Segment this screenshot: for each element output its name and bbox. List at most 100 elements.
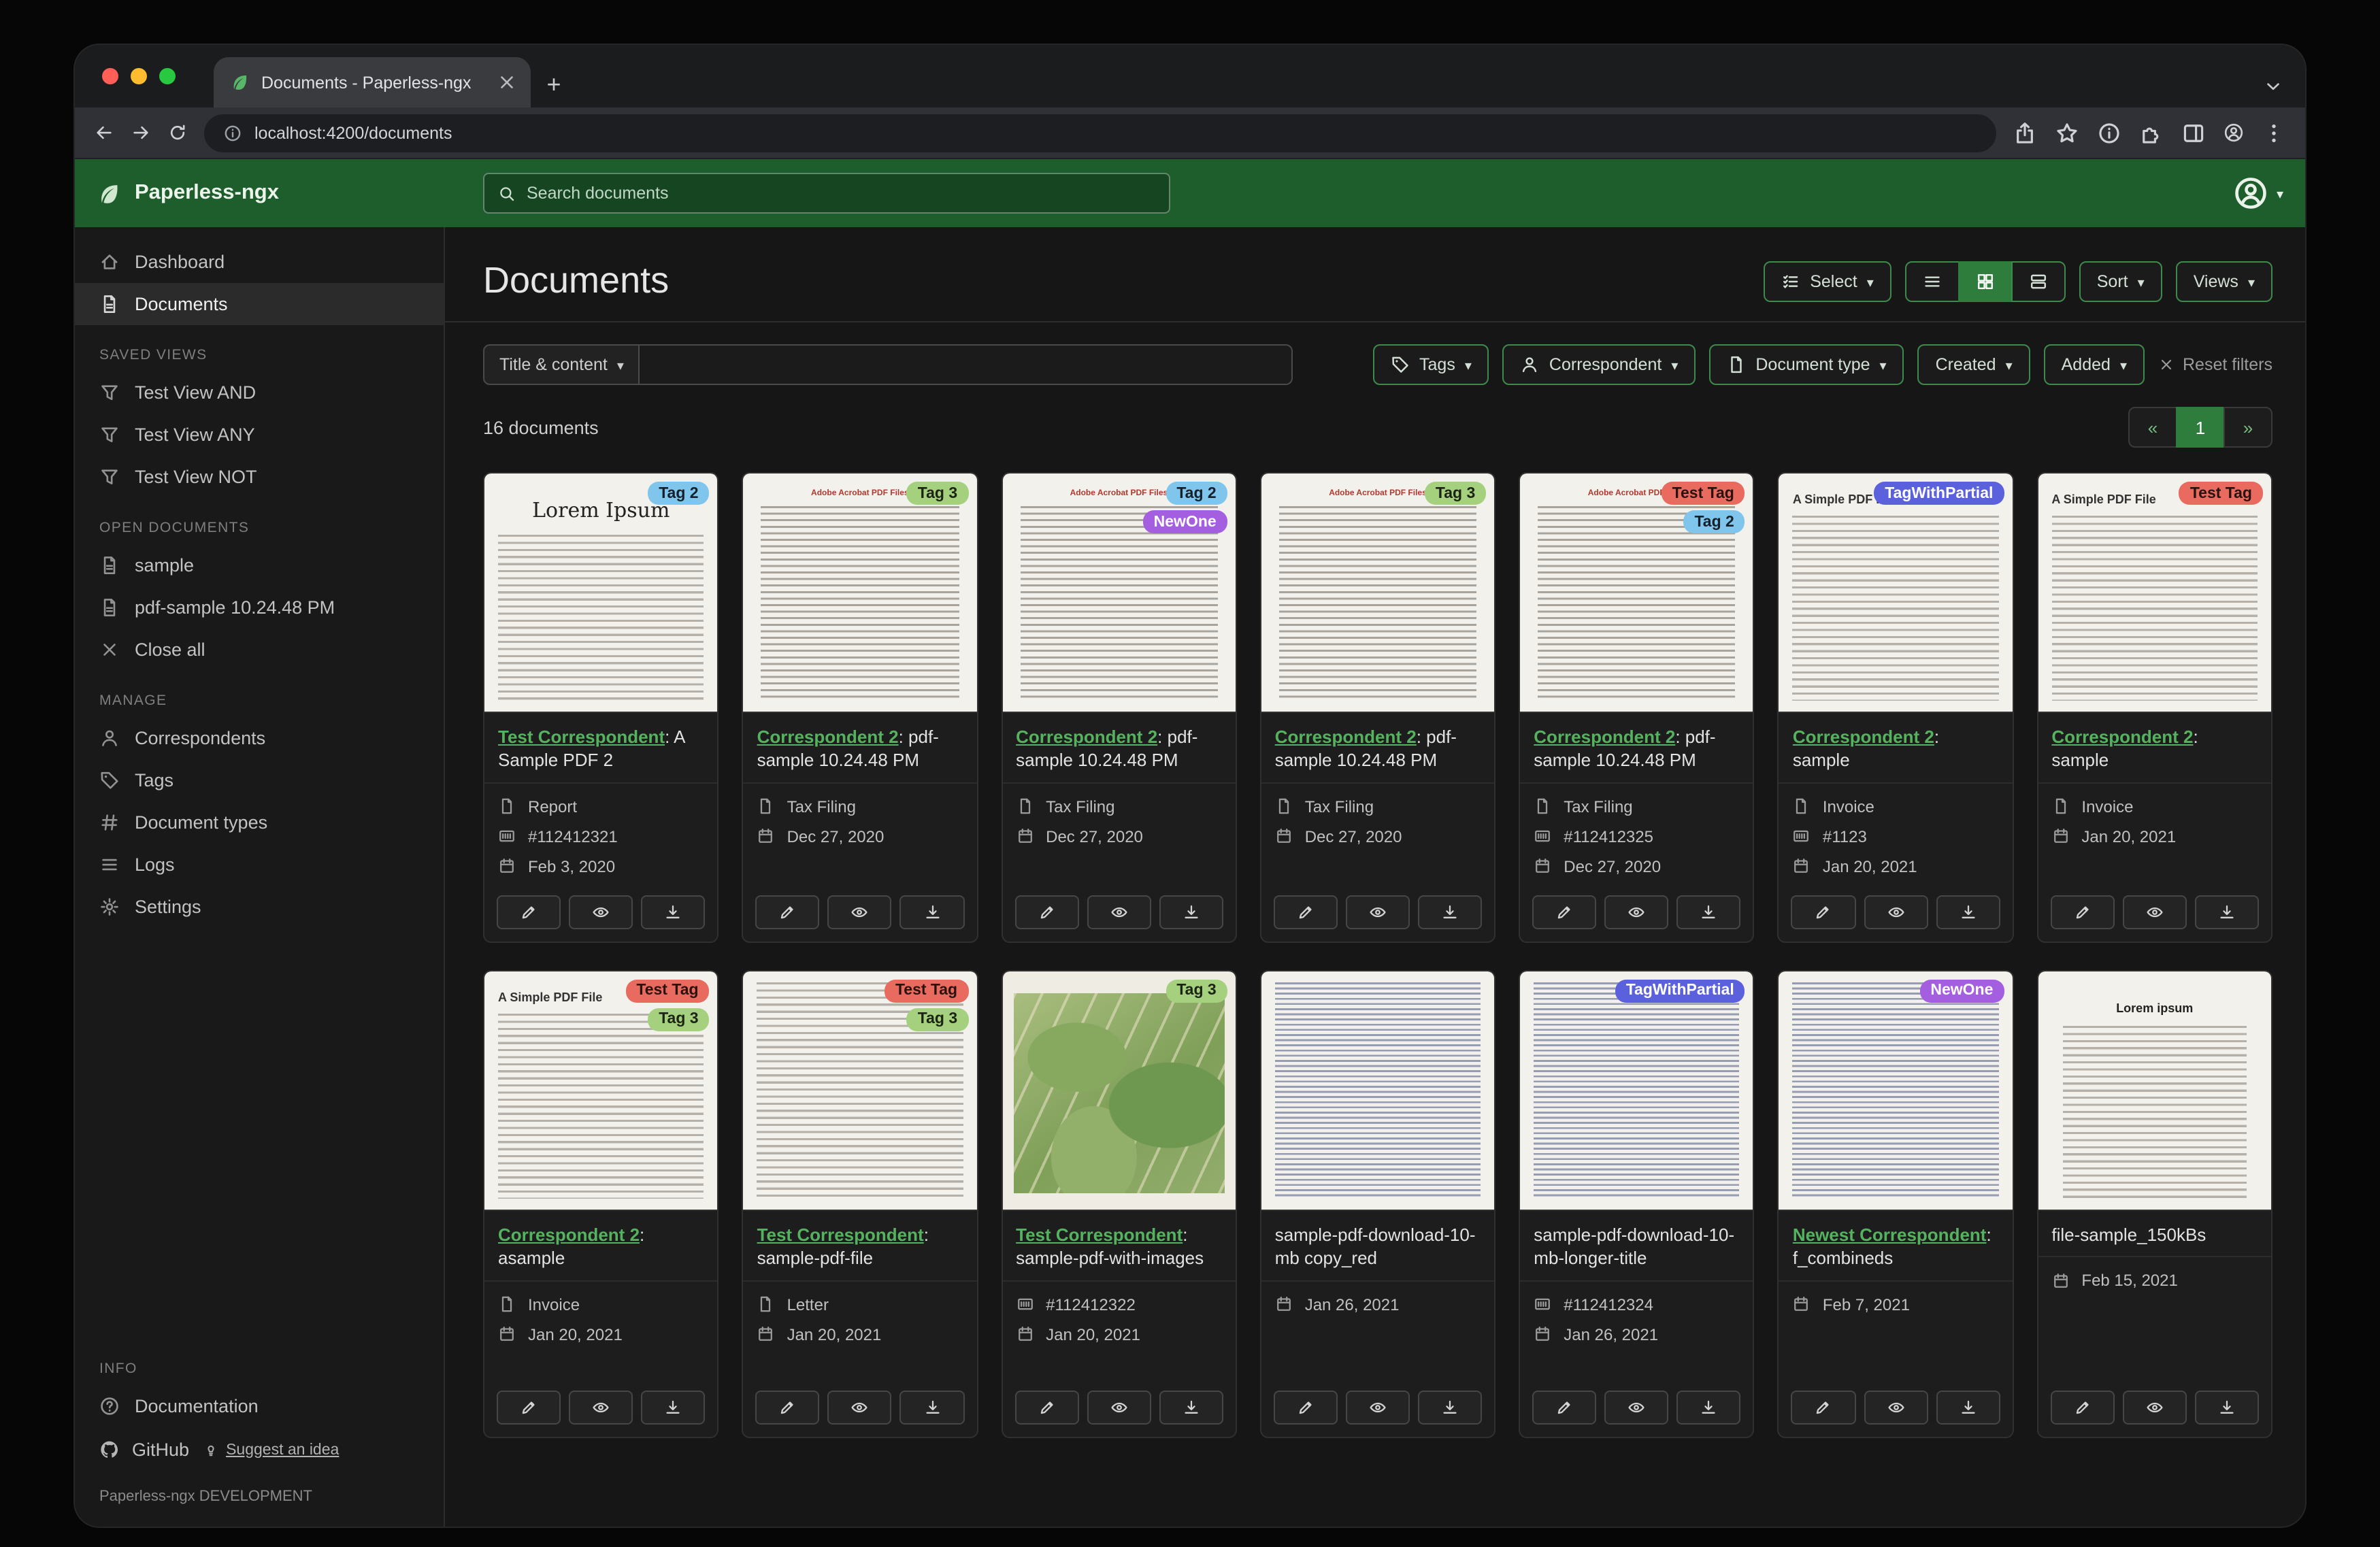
close-window-button[interactable]: [102, 68, 118, 84]
edit-document-button[interactable]: [2050, 895, 2114, 929]
pagination-page-1[interactable]: 1: [2176, 407, 2225, 448]
correspondent-link[interactable]: Correspondent 2: [1534, 727, 1675, 747]
sidebar-item-sample[interactable]: sample: [75, 544, 444, 586]
sidebar-item-test-view-and[interactable]: Test View AND: [75, 371, 444, 414]
document-thumbnail[interactable]: A Simple PDF FileTest Tag: [2038, 473, 2271, 713]
sidebar-item-tags[interactable]: Tags: [75, 759, 444, 801]
filter-button-created[interactable]: Created: [1918, 344, 2030, 385]
app-brand[interactable]: Paperless-ngx: [97, 180, 483, 206]
detail-view-button[interactable]: [2011, 261, 2066, 301]
reset-filters-button[interactable]: Reset filters: [2158, 355, 2272, 374]
preview-document-button[interactable]: [1604, 895, 1668, 929]
document-card[interactable]: A Simple PDF FileTagWithPartialCorrespon…: [1778, 472, 2014, 943]
document-thumbnail[interactable]: Adobe Acrobat PDF FilesTag 3: [744, 473, 977, 713]
sidebar-item-test-view-any[interactable]: Test View ANY: [75, 414, 444, 456]
extension-icon[interactable]: [2097, 120, 2121, 145]
preview-document-button[interactable]: [1346, 1391, 1410, 1425]
sidebar-item-settings[interactable]: Settings: [75, 886, 444, 928]
preview-document-button[interactable]: [1087, 1391, 1151, 1425]
edit-document-button[interactable]: [1532, 895, 1596, 929]
sidebar-item-correspondents[interactable]: Correspondents: [75, 717, 444, 759]
document-thumbnail[interactable]: Adobe Acrobat PDF FilesTest TagTag 2: [1520, 473, 1753, 713]
preview-document-button[interactable]: [569, 895, 633, 929]
edit-document-button[interactable]: [1014, 1391, 1078, 1425]
download-document-button[interactable]: [1418, 895, 1482, 929]
correspondent-link[interactable]: Correspondent 2: [757, 727, 899, 747]
tab-close-icon[interactable]: [497, 72, 517, 93]
document-thumbnail[interactable]: TagWithPartial: [1520, 971, 1753, 1211]
document-card[interactable]: Tag 3Test Correspondent: sample-pdf-with…: [1001, 970, 1237, 1438]
tag-badge-tag-3[interactable]: Tag 3: [1166, 980, 1227, 1003]
correspondent-link[interactable]: Correspondent 2: [2051, 727, 2193, 747]
document-card[interactable]: sample-pdf-download-10-mb copy_redJan 26…: [1260, 970, 1496, 1438]
document-thumbnail[interactable]: Test TagTag 3: [744, 971, 977, 1211]
download-document-button[interactable]: [1677, 895, 1741, 929]
list-view-button[interactable]: [1905, 261, 1960, 301]
preview-document-button[interactable]: [1604, 1391, 1668, 1425]
document-thumbnail[interactable]: Lorem ipsum: [2038, 971, 2271, 1211]
download-document-button[interactable]: [900, 1391, 964, 1425]
download-document-button[interactable]: [1677, 1391, 1741, 1425]
document-card[interactable]: Lorem ipsumfile-sample_150kBsFeb 15, 202…: [2036, 970, 2272, 1438]
sidebar-item-pdf-sample-10-24-48-pm[interactable]: pdf-sample 10.24.48 PM: [75, 586, 444, 629]
document-thumbnail[interactable]: NewOne: [1779, 971, 2013, 1211]
back-button[interactable]: [94, 122, 114, 143]
sidebar-item-documentation[interactable]: Documentation: [75, 1385, 444, 1427]
browser-menu-icon[interactable]: [2262, 120, 2286, 145]
minimize-window-button[interactable]: [131, 68, 147, 84]
tag-badge-tag-3[interactable]: Tag 3: [1425, 482, 1486, 505]
reload-button[interactable]: [167, 122, 188, 143]
edit-document-button[interactable]: [1532, 1391, 1596, 1425]
views-button[interactable]: Views: [2176, 261, 2272, 301]
edit-document-button[interactable]: [2050, 1391, 2114, 1425]
tag-badge-test-tag[interactable]: Test Tag: [1662, 482, 1745, 505]
edit-document-button[interactable]: [1274, 895, 1338, 929]
sidebar-item-github[interactable]: GitHub: [99, 1440, 189, 1460]
share-icon[interactable]: [2013, 120, 2037, 145]
document-thumbnail[interactable]: A Simple PDF FileTagWithPartial: [1779, 473, 2013, 713]
sidebar-item-dashboard[interactable]: Dashboard: [75, 241, 444, 283]
search-input[interactable]: [527, 184, 1155, 203]
filter-button-added[interactable]: Added: [2044, 344, 2145, 385]
document-thumbnail[interactable]: Tag 3: [1002, 971, 1236, 1211]
tag-badge-tag-2[interactable]: Tag 2: [1683, 510, 1745, 533]
document-thumbnail[interactable]: A Simple PDF FileTest TagTag 3: [484, 971, 718, 1211]
preview-document-button[interactable]: [1864, 895, 1928, 929]
edit-document-button[interactable]: [497, 895, 561, 929]
tag-badge-tag-3[interactable]: Tag 3: [907, 1008, 968, 1031]
download-document-button[interactable]: [1418, 1391, 1482, 1425]
preview-document-button[interactable]: [828, 895, 892, 929]
document-card[interactable]: Adobe Acrobat PDF FilesTest TagTag 2Corr…: [1519, 472, 1755, 943]
zoom-window-button[interactable]: [159, 68, 176, 84]
download-document-button[interactable]: [2195, 1391, 2259, 1425]
document-card[interactable]: Adobe Acrobat PDF FilesTag 3 Corresponden…: [742, 472, 978, 943]
preview-document-button[interactable]: [1087, 895, 1151, 929]
download-document-button[interactable]: [1936, 895, 2000, 929]
document-thumbnail[interactable]: Lorem IpsumTag 2: [484, 473, 718, 713]
preview-document-button[interactable]: [569, 1391, 633, 1425]
document-card[interactable]: A Simple PDF FileTest Tag Correspondent 2…: [2036, 472, 2272, 943]
new-tab-button[interactable]: [531, 61, 577, 107]
browser-profile-avatar[interactable]: [2224, 122, 2244, 143]
document-card[interactable]: TagWithPartialsample-pdf-download-10-mb-…: [1519, 970, 1755, 1438]
document-card[interactable]: NewOneNewest Correspondent: f_combinedsF…: [1778, 970, 2014, 1438]
select-button[interactable]: Select: [1764, 261, 1891, 301]
tag-badge-newone[interactable]: NewOne: [1143, 510, 1227, 533]
title-content-filter-input[interactable]: [640, 344, 1293, 385]
document-card[interactable]: Lorem IpsumTag 2Test Correspondent: A Sa…: [483, 472, 719, 943]
tag-badge-tagwithpartial[interactable]: TagWithPartial: [1615, 980, 1745, 1003]
tag-badge-tag-2[interactable]: Tag 2: [1166, 482, 1227, 505]
document-thumbnail[interactable]: Adobe Acrobat PDF FilesTag 3: [1261, 473, 1495, 713]
filter-field-dropdown[interactable]: Title & content: [483, 344, 640, 385]
correspondent-link[interactable]: Test Correspondent: [1016, 1225, 1183, 1245]
tag-badge-tag-3[interactable]: Tag 3: [648, 1008, 709, 1031]
document-thumbnail[interactable]: [1261, 971, 1495, 1211]
extensions-puzzle-icon[interactable]: [2139, 120, 2164, 145]
url-bar[interactable]: localhost:4200/documents: [204, 114, 1996, 152]
tag-badge-tag-3[interactable]: Tag 3: [907, 482, 968, 505]
download-document-button[interactable]: [1159, 895, 1223, 929]
correspondent-link[interactable]: Correspondent 2: [498, 1225, 640, 1245]
user-menu[interactable]: [2233, 176, 2283, 211]
sidebar-item-documents[interactable]: Documents: [75, 283, 444, 325]
pagination-prev-button[interactable]: «: [2128, 407, 2177, 448]
